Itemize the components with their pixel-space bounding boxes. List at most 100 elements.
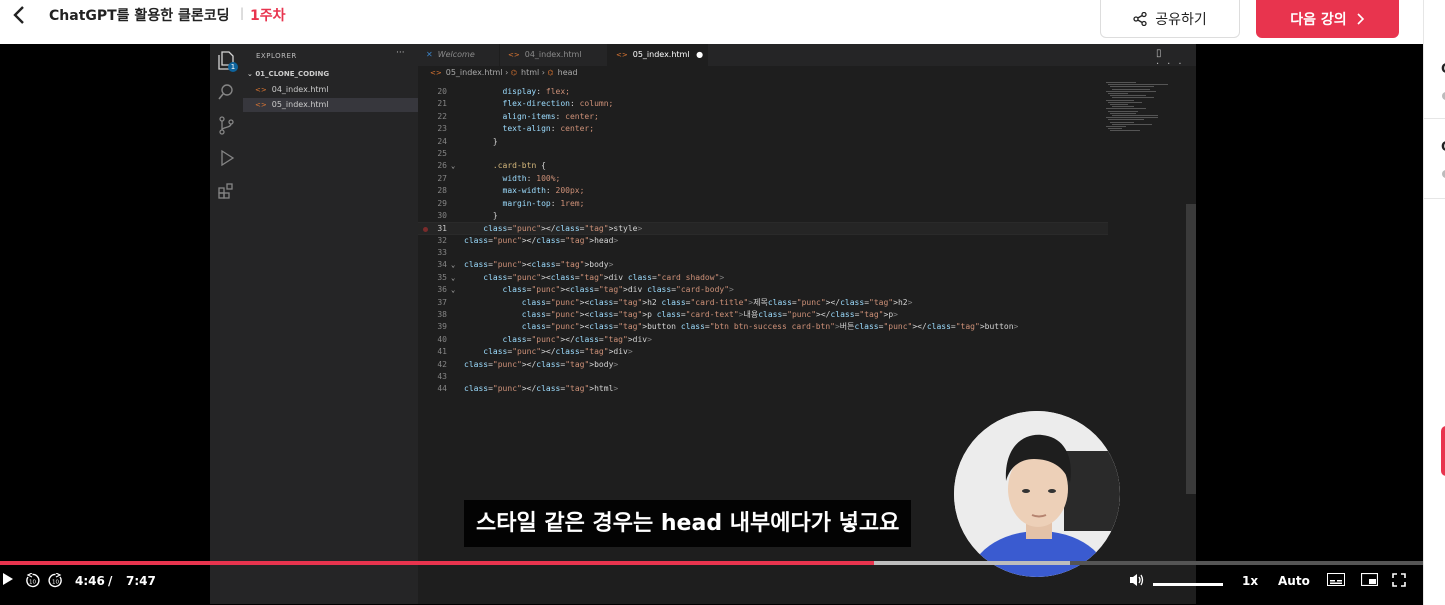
html-file-icon: <>	[616, 51, 628, 59]
course-title: ChatGPT를 활용한 클론코딩	[49, 8, 230, 24]
element-icon: ⌬	[547, 69, 554, 77]
playback-speed[interactable]: 1x	[1242, 574, 1258, 588]
code-lines: 20 display: flex; 21 flex-direction: colu…	[418, 86, 1108, 396]
extensions-icon	[217, 182, 236, 201]
minimap-line	[1110, 86, 1154, 88]
minimap-line	[1106, 117, 1158, 119]
code-line: 24 }	[437, 136, 498, 146]
html-file-icon: <>	[508, 51, 520, 59]
share-icon	[1133, 12, 1147, 26]
element-icon: ⌬	[510, 69, 517, 77]
code-line: 30 }	[437, 210, 498, 220]
minimap-line	[1108, 119, 1144, 121]
code-line: 38 class="punc"><class="tag">p class="ca…	[437, 310, 898, 320]
editor-scrollbar	[1186, 204, 1196, 494]
code-line: 27 width: 100%;	[437, 173, 561, 183]
more-icon: ···	[396, 48, 405, 58]
lecture-item-initial[interactable]: C	[1441, 140, 1445, 155]
badge: 1	[228, 62, 238, 72]
subtitles-icon[interactable]	[1327, 573, 1345, 590]
minimap-line	[1112, 106, 1134, 108]
unsaved-dot: ●	[696, 50, 704, 59]
minimap-line	[1112, 115, 1158, 116]
fold-chevron-icon: ⌄	[451, 286, 456, 295]
svg-text:10: 10	[29, 580, 36, 586]
html-file-icon: <>	[255, 101, 267, 109]
subtitle: 스타일 같은 경우는 head 내부에다가 넣고요	[464, 500, 912, 547]
video-player[interactable]: 1 EXPLORER ··· ⌄ 01_CLONE_CODING <> 04_in…	[0, 44, 1423, 605]
tab-05-index: <> 05_index.html ●	[608, 44, 708, 66]
html-file-icon: <>	[255, 86, 267, 94]
search-icon	[217, 83, 236, 102]
vscode-logo-icon: ✕	[426, 50, 433, 59]
breadcrumb: <> 05_index.html › ⌬ html › ⌬ head	[430, 68, 578, 77]
code-line: 20 display: flex;	[437, 87, 570, 96]
minimap-line	[1110, 95, 1146, 97]
svg-text:10: 10	[52, 580, 59, 586]
forward-10-icon[interactable]: 10	[48, 572, 63, 592]
minimap-line	[1108, 101, 1142, 103]
share-button[interactable]: 공유하기	[1100, 0, 1240, 38]
top-bar: ChatGPT를 활용한 클론코딩 | 1주차 공유하기 다음 강의	[0, 0, 1423, 44]
fold-chevron-icon: ⌄	[451, 273, 456, 282]
code-line: 28 max-width: 200px;	[437, 186, 585, 196]
minimap-line	[1112, 97, 1154, 99]
play-icon[interactable]	[3, 573, 13, 589]
fold-chevron-icon: ⌄	[451, 162, 456, 171]
code-line: 34 ⌄ class="punc"><class="tag">body>	[418, 259, 1108, 271]
code-line: 23 text-align: center;	[437, 124, 595, 134]
folder-name: ⌄ 01_CLONE_CODING	[247, 70, 330, 78]
quality-setting[interactable]: Auto	[1278, 574, 1310, 588]
code-line: 41 class="punc"></class="tag">div>	[437, 347, 633, 357]
code-line: 35 ⌄ class="punc"><class="tag">div class=…	[418, 272, 1108, 284]
code-line: 22 align-items: center;	[437, 111, 599, 121]
minimap-line	[1110, 130, 1140, 132]
minimap-line	[1106, 99, 1134, 101]
lecture-list-panel: C C	[1423, 0, 1445, 605]
minimap-line	[1110, 112, 1136, 114]
title-separator: |	[240, 6, 245, 20]
course-week: 1주차	[250, 8, 286, 24]
code-line: 44 class="punc"></class="tag">html>	[437, 384, 619, 394]
tab-04-index: <> 04_index.html	[500, 44, 608, 66]
minimap-line	[1108, 93, 1128, 94]
divider	[1424, 118, 1445, 119]
minimap	[1106, 82, 1186, 142]
minimap-line	[1106, 108, 1146, 110]
file-item: <> 04_index.html	[255, 85, 329, 94]
code-line: 33	[437, 248, 447, 258]
next-lecture-button[interactable]: 다음 강의	[1256, 0, 1399, 38]
minimap-line	[1110, 104, 1128, 105]
player-controls: 10 10 4:46 / 7:47 1x Auto	[0, 565, 1423, 605]
file-item-selected: <> 05_index.html	[243, 98, 418, 112]
volume-icon[interactable]	[1129, 573, 1145, 591]
code-line: 37 class="punc"><class="tag">h2 class="c…	[437, 297, 913, 307]
duration: 7:47	[126, 574, 156, 588]
minimap-line	[1106, 126, 1126, 127]
lecture-item-initial[interactable]: C	[1441, 62, 1445, 77]
minimap-line	[1108, 84, 1168, 86]
tab-welcome: ✕ Welcome	[418, 44, 500, 66]
explorer-panel: EXPLORER ··· ⌄ 01_CLONE_CODING <> 04_inde…	[243, 44, 418, 604]
panel-accent	[1441, 426, 1445, 476]
explorer-title: EXPLORER	[256, 52, 297, 60]
webcam-avatar	[954, 411, 1120, 577]
rewind-10-icon[interactable]: 10	[25, 572, 40, 592]
code-line: 26 ⌄ .card-btn {	[418, 160, 1108, 172]
back-arrow-icon[interactable]	[10, 4, 34, 28]
code-line: 43	[437, 371, 447, 381]
chevron-right-icon	[1357, 13, 1364, 25]
next-lecture-label: 다음 강의	[1290, 12, 1347, 28]
source-control-icon	[217, 116, 236, 135]
time-separator: /	[108, 574, 113, 588]
code-line: 21 flex-direction: column;	[437, 99, 614, 109]
code-line: 29 margin-top: 1rem;	[437, 198, 585, 208]
code-line: 25	[437, 148, 447, 158]
minimap-line	[1112, 88, 1150, 90]
fullscreen-icon[interactable]	[1392, 573, 1406, 591]
share-label: 공유하기	[1155, 12, 1207, 28]
volume-slider[interactable]	[1153, 583, 1223, 586]
picture-in-picture-icon[interactable]	[1360, 572, 1379, 590]
minimap-line	[1106, 82, 1136, 83]
activity-bar: 1	[210, 44, 243, 604]
